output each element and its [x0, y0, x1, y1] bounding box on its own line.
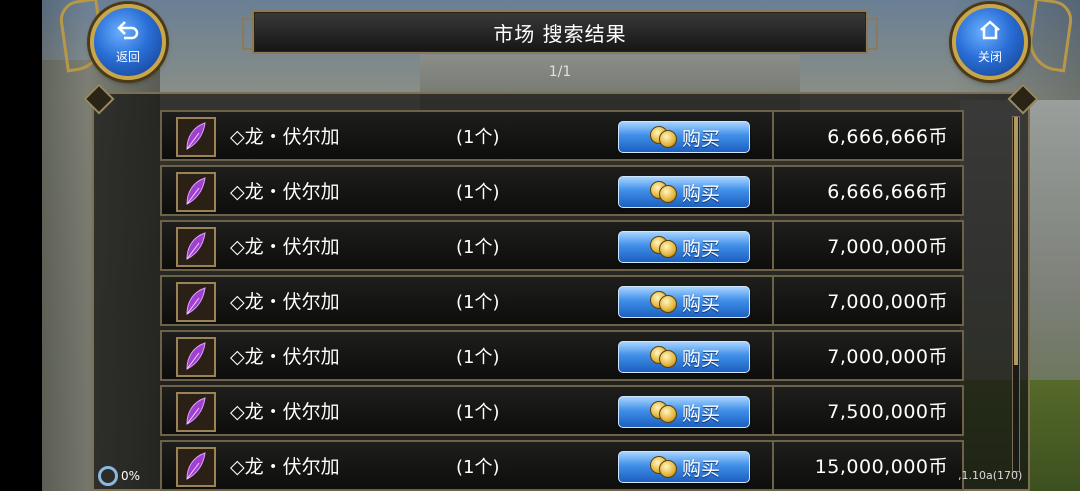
back-button[interactable]: 返回: [90, 4, 166, 80]
item-name: ◇龙・伏尔加: [230, 346, 340, 368]
buy-button-label: 购买: [681, 237, 720, 260]
coin-icon: [648, 236, 678, 258]
column-divider: [772, 332, 774, 379]
item-name: ◇龙・伏尔加: [230, 401, 340, 423]
item-quantity: (1个): [456, 401, 500, 423]
buy-button-label: 购买: [681, 292, 720, 315]
buy-button-label: 购买: [681, 347, 720, 370]
loading-indicator: 0%: [98, 466, 140, 486]
listing-row: ◇龙・伏尔加 (1个) 购买 7,000,000币: [160, 275, 964, 326]
item-quantity: (1个): [456, 456, 500, 478]
progress-text: 0%: [121, 469, 141, 483]
listing-row: ◇龙・伏尔加 (1个) 购买 7,500,000币: [160, 385, 964, 436]
coin-icon: [648, 181, 678, 203]
item-name: ◇龙・伏尔加: [230, 291, 340, 313]
home-icon: [978, 19, 1002, 46]
page-title: 市场 搜索结果: [493, 21, 627, 46]
buy-button-label: 购买: [681, 402, 720, 425]
item-quantity: (1个): [456, 291, 500, 313]
coin-icon: [648, 126, 678, 148]
item-price: 6,666,666币: [827, 181, 948, 203]
purple-feather-icon[interactable]: [176, 172, 216, 212]
column-divider: [772, 277, 774, 324]
purple-feather-icon[interactable]: [176, 117, 216, 157]
version-text: ,1.10a(170): [958, 469, 1023, 482]
scrollbar-thumb[interactable]: [1014, 117, 1018, 365]
item-name: ◇龙・伏尔加: [230, 181, 340, 203]
item-price: 7,000,000币: [827, 236, 948, 258]
item-price: 6,666,666币: [827, 126, 948, 148]
listing-row: ◇龙・伏尔加 (1个) 购买 6,666,666币: [160, 165, 964, 216]
item-price: 7,000,000币: [827, 291, 948, 313]
coin-icon: [648, 456, 678, 478]
listing-list: ◇龙・伏尔加 (1个) 购买 6,666,666币 ◇龙・伏尔加 (1个) 购买…: [160, 110, 964, 491]
item-quantity: (1个): [456, 181, 500, 203]
buy-button-label: 购买: [681, 182, 720, 205]
close-button[interactable]: 关闭: [952, 4, 1028, 80]
buy-button[interactable]: 购买: [618, 121, 750, 153]
item-name: ◇龙・伏尔加: [230, 236, 340, 258]
column-divider: [772, 387, 774, 434]
page-title-bar: 市场 搜索结果: [242, 10, 878, 54]
coin-icon: [648, 401, 678, 423]
item-quantity: (1个): [456, 236, 500, 258]
item-name: ◇龙・伏尔加: [230, 126, 340, 148]
coin-icon: [648, 346, 678, 368]
refresh-ring-icon: [98, 466, 118, 486]
listing-row: ◇龙・伏尔加 (1个) 购买 7,000,000币: [160, 220, 964, 271]
column-divider: [772, 112, 774, 159]
purple-feather-icon[interactable]: [176, 227, 216, 267]
buy-button[interactable]: 购买: [618, 176, 750, 208]
coin-icon: [648, 291, 678, 313]
listing-row: ◇龙・伏尔加 (1个) 购买 6,666,666币: [160, 110, 964, 161]
item-price: 7,000,000币: [827, 346, 948, 368]
item-name: ◇龙・伏尔加: [230, 456, 340, 478]
buy-button[interactable]: 购买: [618, 451, 750, 483]
column-divider: [772, 442, 774, 489]
buy-button-label: 购买: [681, 457, 720, 480]
buy-button-label: 购买: [681, 127, 720, 150]
buy-button[interactable]: 购买: [618, 286, 750, 318]
close-button-label: 关闭: [977, 50, 1002, 64]
purple-feather-icon[interactable]: [176, 337, 216, 377]
column-divider: [772, 222, 774, 269]
buy-button[interactable]: 购买: [618, 341, 750, 373]
item-price: 7,500,000币: [827, 401, 948, 423]
buy-button[interactable]: 购买: [618, 396, 750, 428]
back-arrow-icon: [116, 19, 140, 46]
scrollbar[interactable]: [1012, 116, 1020, 472]
back-button-label: 返回: [115, 50, 140, 64]
item-price: 15,000,000币: [814, 456, 948, 478]
screen-edge-bar: [0, 0, 42, 491]
listing-row: ◇龙・伏尔加 (1个) 购买 15,000,000币: [160, 440, 964, 491]
item-quantity: (1个): [456, 346, 500, 368]
item-quantity: (1个): [456, 126, 500, 148]
purple-feather-icon[interactable]: [176, 447, 216, 487]
page-indicator: 1/1: [548, 64, 572, 80]
purple-feather-icon[interactable]: [176, 282, 216, 322]
buy-button[interactable]: 购买: [618, 231, 750, 263]
listing-row: ◇龙・伏尔加 (1个) 购买 7,000,000币: [160, 330, 964, 381]
column-divider: [772, 167, 774, 214]
purple-feather-icon[interactable]: [176, 392, 216, 432]
